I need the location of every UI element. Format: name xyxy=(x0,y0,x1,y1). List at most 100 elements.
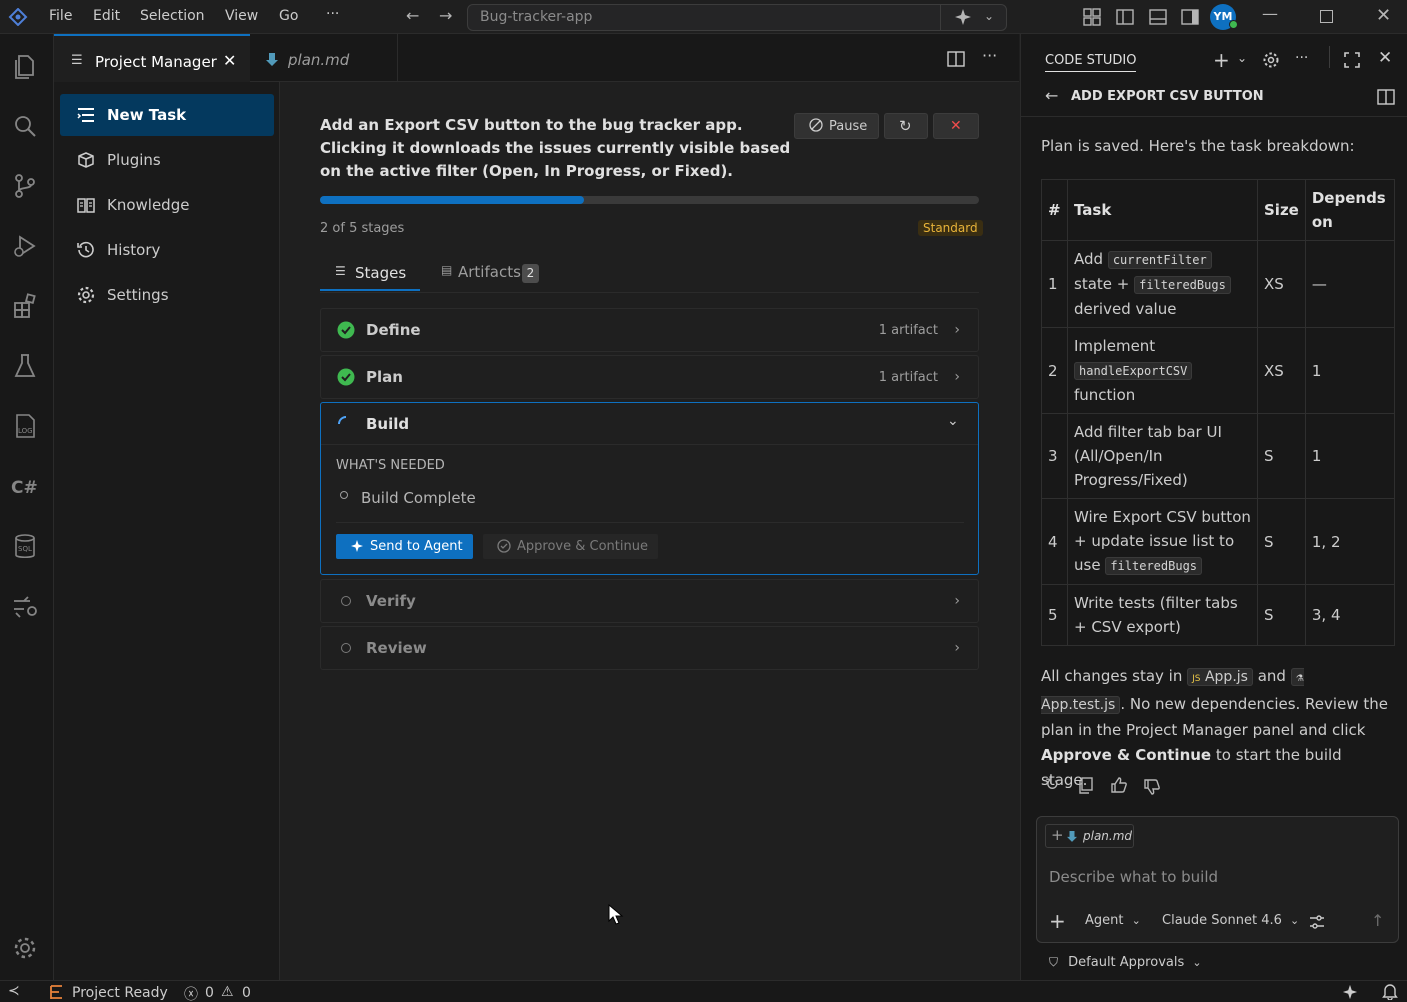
explorer-icon[interactable] xyxy=(10,51,44,85)
menu-view[interactable]: View xyxy=(225,8,258,24)
source-control-icon[interactable] xyxy=(10,171,44,205)
file-chip-label: App.test.js xyxy=(1041,697,1116,713)
chat-input[interactable]: Describe what to build xyxy=(1049,868,1218,886)
manage-gear-icon[interactable] xyxy=(10,933,44,967)
approve-continue-button[interactable]: Approve & Continue xyxy=(483,534,658,559)
tab-artifacts[interactable]: ▤ Artifacts 2 xyxy=(440,254,550,291)
search-chevron-icon[interactable]: ⌄ xyxy=(984,9,994,23)
sidebar-item-history[interactable]: History xyxy=(60,229,274,271)
retry-icon[interactable]: ↻ xyxy=(1045,775,1059,795)
add-context-plus-icon[interactable]: + xyxy=(1051,826,1064,844)
toggle-view-icon[interactable] xyxy=(1377,88,1395,110)
back-arrow-icon[interactable]: ← xyxy=(406,6,419,25)
header-task: Task xyxy=(1067,179,1258,241)
command-search-box[interactable]: Bug-tracker-app ⌄ xyxy=(467,4,1007,31)
maximize-icon[interactable] xyxy=(1320,10,1333,23)
run-debug-icon[interactable] xyxy=(10,231,44,265)
menu-file[interactable]: File xyxy=(49,8,72,24)
menu-go[interactable]: Go xyxy=(279,8,298,24)
table-row: 4 Wire Export CSV button + update issue … xyxy=(1041,498,1396,585)
new-chat-chevron-icon[interactable]: ⌄ xyxy=(1237,51,1247,65)
pause-button[interactable]: Pause xyxy=(794,113,879,139)
add-plus-icon[interactable]: + xyxy=(1049,909,1066,933)
sidebar-item-new-task[interactable]: New Task xyxy=(60,94,274,136)
row-size: S xyxy=(1257,498,1306,585)
project-manager-sidebar: New Task Plugins Knowledge History Setti… xyxy=(54,34,280,980)
minimize-icon[interactable]: — xyxy=(1262,4,1278,23)
project-status-label[interactable]: Project Ready xyxy=(72,985,168,1001)
close-panel-icon[interactable]: ✕ xyxy=(1378,48,1392,68)
tab-close-icon[interactable]: ✕ xyxy=(223,51,236,70)
log-icon[interactable]: LOG xyxy=(10,411,44,445)
tab-stages-label: Stages xyxy=(355,264,407,282)
back-arrow-icon[interactable]: ← xyxy=(1045,86,1058,105)
model-dropdown[interactable]: Claude Sonnet 4.6 ⌄ xyxy=(1162,913,1299,928)
forward-arrow-icon[interactable]: → xyxy=(439,6,452,25)
progress-bar xyxy=(320,196,979,204)
extensions-icon[interactable] xyxy=(10,291,44,325)
tools-sliders-icon[interactable] xyxy=(1309,914,1325,934)
attachment-chip[interactable]: + plan.md xyxy=(1045,824,1134,848)
restart-button[interactable]: ↻ xyxy=(884,113,928,139)
copy-icon[interactable] xyxy=(1078,777,1094,798)
stage-verify[interactable]: Verify › xyxy=(320,579,979,623)
agent-mode-label: Agent xyxy=(1085,913,1124,928)
toggle-sidebar-icon[interactable] xyxy=(1116,8,1134,30)
svg-text:LOG: LOG xyxy=(18,427,33,435)
menu-edit[interactable]: Edit xyxy=(93,8,120,24)
warnings-icon[interactable]: ⚠ xyxy=(221,984,234,1000)
file-chip-app-js[interactable]: JS App.js xyxy=(1187,668,1253,686)
stage-plan[interactable]: Plan 1 artifact › xyxy=(320,355,979,399)
task-text: Add xyxy=(1074,250,1108,268)
testing-flask-icon[interactable] xyxy=(10,351,44,385)
markdown-file-icon xyxy=(266,52,278,70)
agent-sparkle-icon[interactable] xyxy=(954,8,972,30)
status-bar: ≺ Project Ready ⓧ 0 ⚠ 0 xyxy=(0,980,1407,1002)
row-size: XS xyxy=(1257,240,1306,328)
csharp-icon[interactable]: C# xyxy=(10,471,44,505)
toggle-panel-icon[interactable] xyxy=(1149,8,1167,30)
table-row: 5 Write tests (filter tabs + CSV export)… xyxy=(1041,584,1396,646)
sidebar-item-settings[interactable]: Settings xyxy=(60,274,274,316)
approvals-dropdown[interactable]: ⛉ Default Approvals ⌄ xyxy=(1049,955,1202,970)
maximize-panel-icon[interactable] xyxy=(1343,51,1361,73)
tab-stages[interactable]: ☰ Stages xyxy=(320,254,420,291)
row-size: XS xyxy=(1257,327,1306,414)
menu-more[interactable]: ··· xyxy=(326,6,339,22)
copilot-status-icon[interactable] xyxy=(1342,984,1358,1002)
sql-database-icon[interactable]: SQL xyxy=(10,531,44,565)
agent-mode-dropdown[interactable]: Agent ⌄ xyxy=(1085,913,1141,928)
chevron-down-icon: ⌄ xyxy=(1131,914,1141,927)
toggle-secondary-sidebar-icon[interactable] xyxy=(1181,8,1199,30)
menu-selection[interactable]: Selection xyxy=(140,8,205,24)
stage-build-header[interactable]: Build ⌄ xyxy=(321,403,978,445)
editor-more-icon[interactable]: ··· xyxy=(982,46,997,65)
stage-review[interactable]: Review › xyxy=(320,626,979,670)
row-task: Wire Export CSV button + update issue li… xyxy=(1067,498,1258,585)
stage-artifact-count: 1 artifact xyxy=(878,323,938,338)
tools-icon[interactable] xyxy=(10,591,44,625)
new-chat-plus-icon[interactable]: + xyxy=(1213,48,1230,72)
sidebar-item-plugins[interactable]: Plugins xyxy=(60,139,274,181)
sidebar-item-label: Plugins xyxy=(107,151,161,169)
cancel-task-button[interactable]: ✕ xyxy=(933,113,979,139)
remote-icon[interactable]: ≺ xyxy=(8,983,20,999)
thumbs-up-icon[interactable] xyxy=(1110,776,1128,798)
close-window-icon[interactable]: ✕ xyxy=(1376,5,1391,26)
notifications-bell-icon[interactable] xyxy=(1382,983,1398,1002)
stage-define[interactable]: Define 1 artifact › xyxy=(320,308,979,352)
stage-name: Build xyxy=(366,415,410,433)
gear-icon[interactable] xyxy=(1262,51,1280,73)
panel-more-icon[interactable]: ··· xyxy=(1295,50,1308,66)
search-icon[interactable] xyxy=(10,111,44,145)
layout-custom-icon[interactable] xyxy=(1083,8,1101,30)
sidebar-item-knowledge[interactable]: Knowledge xyxy=(60,184,274,226)
split-editor-icon[interactable] xyxy=(947,50,965,72)
tab-plan-md[interactable]: plan.md xyxy=(250,34,398,82)
knowledge-icon xyxy=(76,195,96,215)
errors-icon[interactable]: ⓧ xyxy=(184,984,198,1002)
send-arrow-icon[interactable]: ↑ xyxy=(1371,911,1384,930)
tab-project-manager[interactable]: ☰ Project Manager ✕ xyxy=(54,34,250,82)
thumbs-down-icon[interactable] xyxy=(1143,778,1161,800)
send-to-agent-button[interactable]: Send to Agent xyxy=(336,534,473,559)
